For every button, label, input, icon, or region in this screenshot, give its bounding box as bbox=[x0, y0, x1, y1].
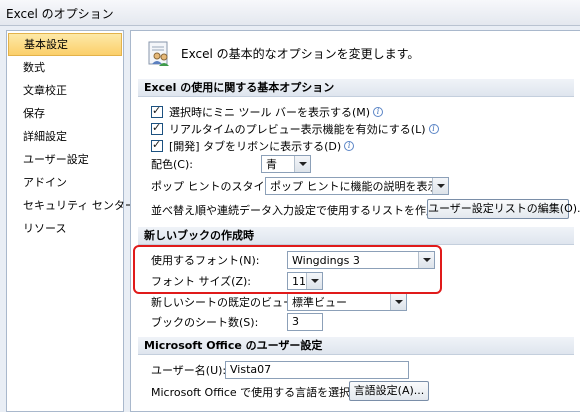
mini-toolbar-option[interactable]: ✓ 選択時にミニ ツール バーを表示する(M) i bbox=[151, 103, 384, 121]
tooltip-style-value: ポップ ヒントに機能の説明を表示する bbox=[270, 180, 432, 193]
font-value: Wingdings 3 bbox=[292, 253, 360, 267]
language-label: Microsoft Office で使用する言語を選択する bbox=[151, 386, 373, 399]
sidebar-item-general[interactable]: 基本設定 bbox=[8, 33, 122, 56]
panel-header: Excel の基本的なオプションを変更します。 bbox=[145, 37, 419, 69]
section-title-personalize: Microsoft Office のユーザー設定 bbox=[138, 337, 574, 355]
sidebar: 基本設定 数式 文章校正 保存 詳細設定 ユーザー設定 アドイン セキュリティ … bbox=[6, 30, 136, 412]
user-name-input[interactable]: Vista07 bbox=[225, 361, 409, 379]
color-scheme-value: 青 bbox=[266, 158, 277, 171]
sheet-count-label: ブックのシート数(S): bbox=[151, 316, 259, 329]
sidebar-item-proofing[interactable]: 文章校正 bbox=[7, 79, 123, 102]
developer-tab-option[interactable]: ✓ [開発] タブをリボンに表示する(D) i bbox=[151, 137, 355, 155]
sidebar-item-formulas[interactable]: 数式 bbox=[7, 56, 123, 79]
font-label: 使用するフォント(N): bbox=[151, 254, 260, 267]
chevron-down-icon[interactable] bbox=[432, 178, 448, 194]
live-preview-label: リアルタイムのプレビュー表示機能を有効にする(L) bbox=[169, 123, 426, 136]
language-settings-button[interactable]: 言語設定(A)... bbox=[349, 381, 429, 401]
mini-toolbar-checkbox[interactable]: ✓ bbox=[151, 104, 163, 118]
info-icon: i bbox=[344, 141, 355, 151]
default-view-value: 標準ビュー bbox=[292, 296, 347, 309]
info-icon: i bbox=[373, 107, 384, 117]
options-panel: Excel の基本的なオプションを変更します。 Excel の使用に関する基本オ… bbox=[130, 30, 580, 412]
user-name-label: ユーザー名(U): bbox=[151, 364, 227, 377]
color-scheme-select[interactable]: 青 bbox=[261, 155, 311, 173]
color-scheme-label: 配色(C): bbox=[151, 158, 193, 171]
font-size-select[interactable]: 11 bbox=[287, 272, 323, 290]
sidebar-item-trust-center[interactable]: セキュリティ センター bbox=[7, 194, 136, 217]
chevron-down-icon[interactable] bbox=[294, 156, 310, 172]
sidebar-item-advanced[interactable]: 詳細設定 bbox=[7, 125, 123, 148]
default-view-select[interactable]: 標準ビュー bbox=[287, 293, 407, 311]
users-settings-icon bbox=[145, 39, 173, 67]
chevron-down-icon[interactable] bbox=[418, 252, 434, 268]
sidebar-item-save[interactable]: 保存 bbox=[7, 102, 123, 125]
developer-tab-label: [開発] タブをリボンに表示する(D) bbox=[169, 140, 342, 153]
window-title: Excel のオプション bbox=[6, 7, 114, 21]
check-icon: ✓ bbox=[152, 121, 162, 134]
edit-custom-lists-button[interactable]: ユーザー設定リストの編集(O)... bbox=[427, 199, 580, 219]
section-title-new-workbook: 新しいブックの作成時 bbox=[138, 227, 574, 245]
developer-tab-checkbox[interactable]: ✓ bbox=[151, 138, 163, 152]
custom-list-label: 並べ替え順や連続データ入力設定で使用するリストを作成します: bbox=[151, 204, 474, 217]
section-title-basic-options: Excel の使用に関する基本オプション bbox=[138, 79, 574, 97]
check-icon: ✓ bbox=[152, 138, 162, 151]
font-select[interactable]: Wingdings 3 bbox=[287, 251, 435, 269]
font-size-label: フォント サイズ(Z): bbox=[151, 275, 251, 288]
sidebar-item-resources[interactable]: リソース bbox=[7, 217, 123, 240]
sidebar-item-addins[interactable]: アドイン bbox=[7, 171, 123, 194]
check-icon: ✓ bbox=[152, 104, 162, 117]
font-size-value: 11 bbox=[292, 274, 306, 288]
sidebar-item-customize[interactable]: ユーザー設定 bbox=[7, 148, 123, 171]
mini-toolbar-label: 選択時にミニ ツール バーを表示する(M) bbox=[169, 106, 371, 119]
chevron-down-icon[interactable] bbox=[390, 294, 406, 310]
live-preview-checkbox[interactable]: ✓ bbox=[151, 121, 163, 135]
sheet-count-input[interactable]: 3 bbox=[287, 313, 323, 331]
window-titlebar: Excel のオプション bbox=[0, 0, 580, 26]
live-preview-option[interactable]: ✓ リアルタイムのプレビュー表示機能を有効にする(L) i bbox=[151, 120, 439, 138]
tooltip-style-select[interactable]: ポップ ヒントに機能の説明を表示する bbox=[265, 177, 449, 195]
panel-header-text: Excel の基本的なオプションを変更します。 bbox=[181, 46, 420, 61]
chevron-down-icon[interactable] bbox=[306, 273, 322, 289]
info-icon: i bbox=[428, 124, 439, 134]
